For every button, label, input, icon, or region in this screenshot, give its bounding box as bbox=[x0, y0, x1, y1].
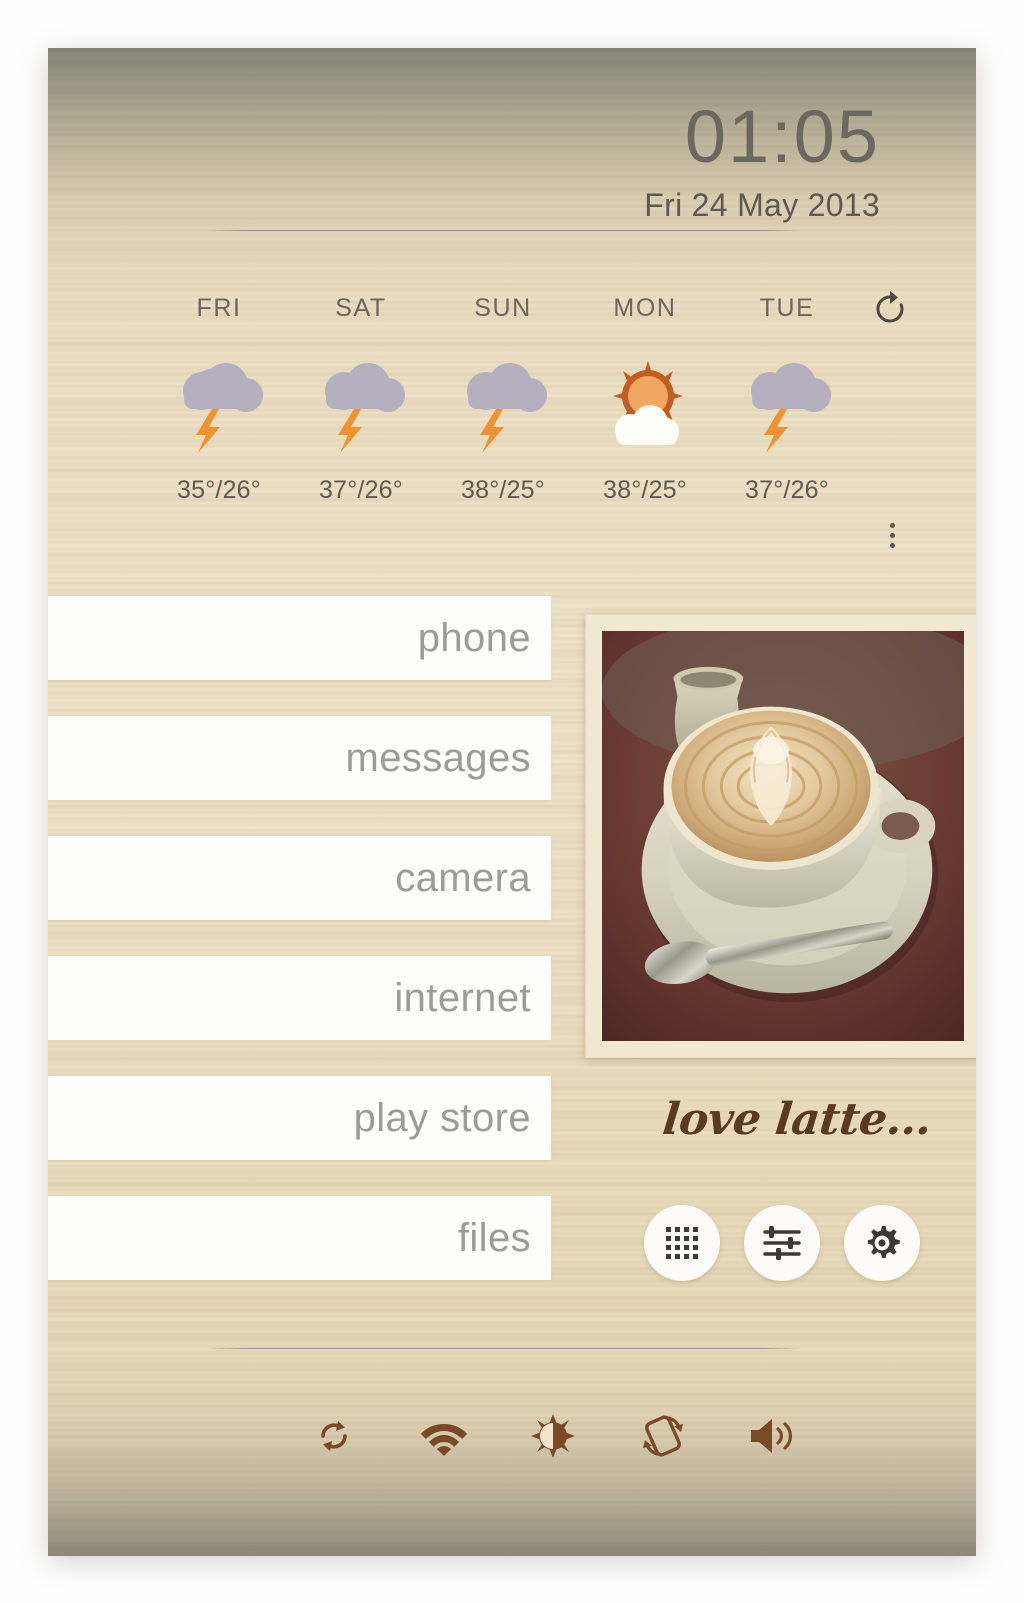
weather-day-column[interactable]: SUN 38°/25° bbox=[432, 293, 574, 505]
thunderstorm-icon bbox=[290, 347, 432, 465]
weather-day-label: MON bbox=[613, 294, 677, 322]
clock-widget[interactable]: 01:05 Fri 24 May 2013 bbox=[644, 95, 880, 225]
clock-date: Fri 24 May 2013 bbox=[644, 187, 880, 223]
weather-day-label: SAT bbox=[335, 294, 387, 322]
weather-temps: 38°/25° bbox=[461, 476, 545, 504]
gear-icon[interactable] bbox=[844, 1205, 920, 1281]
app-shortcut-phone[interactable]: phone bbox=[48, 596, 551, 680]
wifi-icon[interactable] bbox=[413, 1408, 475, 1464]
screenshot-root: 01:05 Fri 24 May 2013 FRI 35°/26° SAT 37… bbox=[0, 0, 1024, 1603]
app-drawer-grid-icon[interactable] bbox=[644, 1205, 720, 1281]
weather-day-column[interactable]: TUE 37°/26° bbox=[716, 293, 858, 505]
home-screen-wallpaper-panel: 01:05 Fri 24 May 2013 FRI 35°/26° SAT 37… bbox=[48, 48, 976, 1556]
app-shortcut-files[interactable]: files bbox=[48, 1196, 551, 1280]
quick-toggle-bar bbox=[303, 1408, 803, 1464]
divider-bottom bbox=[208, 1348, 800, 1349]
sun-behind-cloud-icon bbox=[574, 347, 716, 465]
photo-frame-widget[interactable] bbox=[585, 614, 976, 1058]
app-label: camera bbox=[395, 856, 531, 900]
weather-temps: 37°/26° bbox=[319, 476, 403, 504]
clock-time: 01:05 bbox=[684, 95, 880, 178]
brightness-icon[interactable] bbox=[522, 1408, 584, 1464]
weather-temps: 38°/25° bbox=[603, 476, 687, 504]
latte-coffee-cup-photo bbox=[602, 631, 964, 1041]
weather-day-column[interactable]: SAT 37°/26° bbox=[290, 293, 432, 505]
volume-icon[interactable] bbox=[741, 1408, 803, 1464]
dock bbox=[644, 1205, 920, 1281]
weather-day-label: FRI bbox=[196, 294, 242, 322]
weather-forecast-row: FRI 35°/26° SAT 37°/26° SUN 38°/25° MON … bbox=[148, 293, 858, 505]
app-label: play store bbox=[353, 1096, 531, 1140]
app-shortcut-camera[interactable]: camera bbox=[48, 836, 551, 920]
app-shortcut-play-store[interactable]: play store bbox=[48, 1076, 551, 1160]
kebab-dot bbox=[889, 523, 895, 528]
weather-day-label: SUN bbox=[474, 294, 532, 322]
weather-temps: 37°/26° bbox=[745, 476, 829, 504]
thunderstorm-icon bbox=[148, 347, 290, 465]
divider-top bbox=[208, 230, 800, 231]
thunderstorm-icon bbox=[716, 347, 858, 465]
app-label: messages bbox=[345, 736, 531, 780]
auto-rotate-icon[interactable] bbox=[632, 1408, 694, 1464]
app-label: files bbox=[457, 1216, 531, 1260]
app-shortcut-messages[interactable]: messages bbox=[48, 716, 551, 800]
photo-caption: love latte... bbox=[660, 1094, 934, 1145]
weather-day-column[interactable]: MON 38°/25° bbox=[574, 293, 716, 505]
app-shortcut-internet[interactable]: internet bbox=[48, 956, 551, 1040]
sync-icon[interactable] bbox=[303, 1408, 365, 1464]
weather-temps: 35°/26° bbox=[177, 476, 261, 504]
app-shortcut-list: phone messages camera internet play stor… bbox=[48, 596, 551, 1316]
kebab-dot bbox=[889, 533, 895, 538]
weather-day-label: TUE bbox=[759, 294, 815, 322]
refresh-icon[interactable] bbox=[870, 289, 910, 329]
app-label: phone bbox=[417, 616, 531, 660]
weather-day-column[interactable]: FRI 35°/26° bbox=[148, 293, 290, 505]
sliders-icon[interactable] bbox=[744, 1205, 820, 1281]
app-label: internet bbox=[394, 976, 531, 1020]
thunderstorm-icon bbox=[432, 347, 574, 465]
overflow-menu-icon[interactable] bbox=[882, 523, 902, 553]
kebab-dot bbox=[889, 543, 895, 548]
weather-widget[interactable]: FRI 35°/26° SAT 37°/26° SUN 38°/25° MON … bbox=[148, 291, 938, 558]
